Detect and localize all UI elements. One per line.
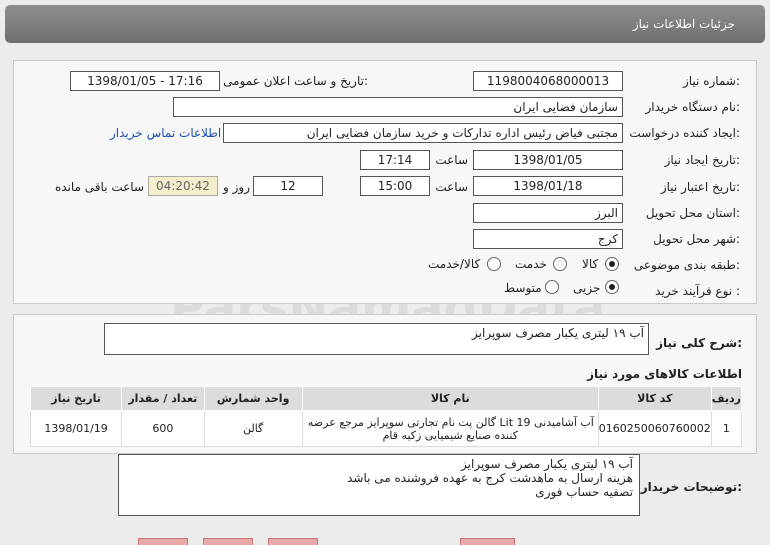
goods-table: ردیف کد کالا نام کالا واحد شمارش تعداد /… (29, 386, 743, 447)
goods-section-title: اطلاعات کالاهای مورد نیاز (587, 367, 742, 381)
process-label: نوع فرآیند خرید : (655, 284, 740, 298)
cell-code: 0160250060760002 (597, 410, 712, 447)
requester-label: ایجاد کننده درخواست: (629, 126, 740, 140)
remaining-time-field: 04:20:42 (148, 176, 218, 196)
need-number-field: 1198004068000013 (473, 71, 623, 91)
remaining-label: ساعت باقی مانده (54, 180, 144, 194)
created-date-field: 1398/01/05 (473, 150, 623, 170)
col-date: تاریخ نیاز (29, 386, 123, 411)
buyer-notes-line2: هزینه ارسال به ماهدشت کرج به عهده فروشند… (347, 471, 633, 485)
category-goods-radio[interactable] (605, 257, 619, 271)
action-button-1[interactable] (138, 538, 188, 545)
process-minor-label: جزیی (573, 281, 601, 295)
created-label: تاریخ ایجاد نیاز: (664, 153, 740, 167)
category-goods-service-radio[interactable] (487, 257, 501, 271)
province-label: استان محل تحویل: (645, 206, 740, 220)
requester-field: مجتبی فیاض رئیس اداره تدارکات و خرید ساز… (223, 123, 623, 143)
cell-name-line1: آب آشامیدنی Lit 19 گالن پت نام تجارتی سو… (307, 415, 594, 429)
buyer-notes-line3: تصفیه حساب فوری (535, 485, 633, 499)
action-button-3[interactable] (268, 538, 318, 545)
action-button-4[interactable] (460, 538, 515, 545)
category-label: طبقه بندی موضوعی: (633, 258, 740, 272)
buyer-org-field: سازمان فضایی ایران (173, 97, 623, 117)
description-field: آب ۱۹ لیتری یکبار مصرف سوپرایز (104, 323, 649, 355)
created-time-label: ساعت (435, 153, 468, 167)
col-qty: تعداد / مقدار (121, 386, 205, 411)
category-service-label: خدمت (515, 257, 547, 271)
goods-table-header: ردیف کد کالا نام کالا واحد شمارش تعداد /… (29, 386, 743, 411)
category-goods-service-label: کالا/خدمت (428, 257, 481, 271)
validity-time-field: 15:00 (360, 176, 430, 196)
buyer-notes-label: توضیحات خریدار: (640, 480, 742, 494)
col-row: ردیف (710, 386, 743, 411)
process-medium-radio[interactable] (545, 280, 559, 294)
col-code: کد کالا (597, 386, 712, 411)
city-field: کرج (473, 229, 623, 249)
page-header: جزئیات اطلاعات نیاز (5, 5, 765, 43)
buyer-org-label: نام دستگاه خریدار: (645, 100, 741, 114)
need-number-label: شماره نیاز: (682, 74, 740, 88)
created-time-field: 17:14 (360, 150, 430, 170)
col-name: نام کالا (301, 386, 599, 411)
category-service-radio[interactable] (553, 257, 567, 271)
cell-name-line2: کننده صنایع شیمیایی زکیه قام (382, 428, 518, 442)
col-unit: واحد شمارش (203, 386, 303, 411)
validity-label: تاریخ اعتبار نیاز: (660, 180, 740, 194)
days-label: روز و (223, 180, 250, 194)
description-label: شرح کلی نیاز: (656, 336, 742, 350)
cell-name: آب آشامیدنی Lit 19 گالن پت نام تجارتی سو… (301, 410, 599, 447)
process-medium-label: متوسط (504, 281, 542, 295)
province-field: البرز (473, 203, 623, 223)
cell-row: 1 (710, 410, 743, 447)
buyer-notes-box: آب ۱۹ لیتری یکبار مصرف سوپرایز هزینه ارس… (118, 454, 640, 516)
table-row: 1 0160250060760002 آب آشامیدنی Lit 19 گا… (29, 410, 743, 447)
remaining-days-field: 12 (253, 176, 323, 196)
cell-date: 1398/01/19 (29, 410, 123, 447)
cell-qty: 600 (121, 410, 205, 447)
process-minor-radio[interactable] (605, 280, 619, 294)
buyer-notes-line1: آب ۱۹ لیتری یکبار مصرف سوپرایز (461, 457, 633, 471)
validity-time-label: ساعت (435, 180, 468, 194)
announce-label: تاریخ و ساعت اعلان عمومی: (223, 74, 368, 88)
validity-date-field: 1398/01/18 (473, 176, 623, 196)
category-goods-label: کالا (582, 257, 599, 271)
announce-field: 1398/01/05 - 17:16 (70, 71, 220, 91)
cell-unit: گالن (203, 410, 303, 447)
action-button-2[interactable] (203, 538, 253, 545)
buyer-contact-link[interactable]: اطلاعات تماس خریدار (110, 126, 221, 140)
city-label: شهر محل تحویل: (653, 232, 740, 246)
page-title: جزئیات اطلاعات نیاز (632, 17, 735, 31)
